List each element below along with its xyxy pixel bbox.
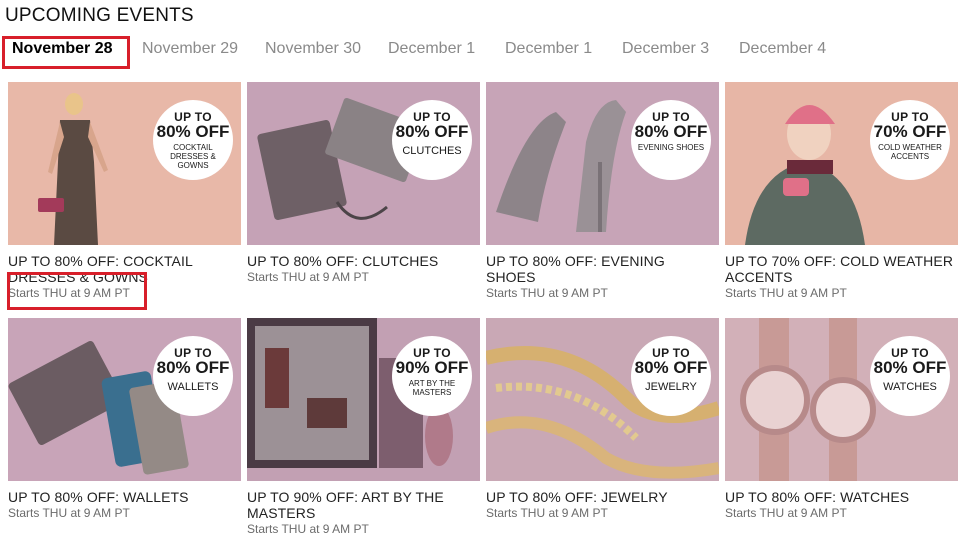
start-time-highlight — [7, 272, 147, 310]
discount-badge: UP TO 80% OFF EVENING SHOES — [631, 100, 711, 180]
event-card-cocktail-dresses[interactable]: UP TO 80% OFF COCKTAIL DRESSES & GOWNS U… — [8, 82, 241, 301]
framed-art-image: UP TO 90% OFF ART BY THE MASTERS — [247, 318, 480, 481]
event-card-art[interactable]: UP TO 90% OFF ART BY THE MASTERS UP TO 9… — [247, 318, 480, 533]
tab-december-3[interactable]: December 3 — [622, 40, 709, 58]
event-title: UP TO 80% OFF: CLUTCHES — [247, 253, 439, 269]
wallet-image: UP TO 80% OFF WALLETS — [8, 318, 241, 481]
event-start-time: Starts THU at 9 AM PT — [725, 286, 847, 300]
active-tab-highlight — [2, 36, 130, 69]
tab-november-29[interactable]: November 29 — [142, 40, 238, 58]
discount-badge: UP TO 80% OFF CLUTCHES — [392, 100, 472, 180]
dress-model-image: UP TO 80% OFF COCKTAIL DRESSES & GOWNS — [8, 82, 241, 245]
discount-badge: UP TO 80% OFF COCKTAIL DRESSES & GOWNS — [153, 100, 233, 180]
event-card-clutches[interactable]: UP TO 80% OFF CLUTCHES UP TO 80% OFF: CL… — [247, 82, 480, 285]
event-title: UP TO 80% OFF: WATCHES — [725, 489, 910, 505]
tab-november-30[interactable]: November 30 — [265, 40, 361, 58]
necklace-image: UP TO 80% OFF JEWELRY — [486, 318, 719, 481]
event-title: UP TO 80% OFF: WALLETS — [8, 489, 189, 505]
discount-badge: UP TO 80% OFF WALLETS — [153, 336, 233, 416]
event-start-time: Starts THU at 9 AM PT — [247, 522, 369, 533]
event-card-watches[interactable]: UP TO 80% OFF WATCHES UP TO 80% OFF: WAT… — [725, 318, 958, 521]
event-card-cold-weather[interactable]: UP TO 70% OFF COLD WEATHER ACCENTS UP TO… — [725, 82, 958, 301]
event-title: UP TO 90% OFF: ART BY THE MASTERS — [247, 489, 444, 521]
discount-badge: UP TO 70% OFF COLD WEATHER ACCENTS — [870, 100, 950, 180]
event-title: UP TO 80% OFF: JEWELRY — [486, 489, 668, 505]
page-title: UPCOMING EVENTS — [5, 5, 194, 26]
event-title: UP TO 70% OFF: COLD WEATHER ACCENTS — [725, 253, 954, 285]
event-start-time: Starts THU at 9 AM PT — [247, 270, 369, 284]
event-start-time: Starts THU at 9 AM PT — [486, 506, 608, 520]
winter-model-image: UP TO 70% OFF COLD WEATHER ACCENTS — [725, 82, 958, 245]
event-title: UP TO 80% OFF: EVENING SHOES — [486, 253, 665, 285]
tab-december-1[interactable]: December 1 — [388, 40, 475, 58]
discount-badge: UP TO 80% OFF WATCHES — [870, 336, 950, 416]
clutch-image: UP TO 80% OFF CLUTCHES — [247, 82, 480, 245]
tab-december-1-second[interactable]: December 1 — [505, 40, 592, 58]
event-card-evening-shoes[interactable]: UP TO 80% OFF EVENING SHOES UP TO 80% OF… — [486, 82, 719, 301]
watches-image: UP TO 80% OFF WATCHES — [725, 318, 958, 481]
event-card-wallets[interactable]: UP TO 80% OFF WALLETS UP TO 80% OFF: WAL… — [8, 318, 241, 521]
discount-badge: UP TO 90% OFF ART BY THE MASTERS — [392, 336, 472, 416]
event-start-time: Starts THU at 9 AM PT — [8, 506, 130, 520]
discount-badge: UP TO 80% OFF JEWELRY — [631, 336, 711, 416]
tab-december-4[interactable]: December 4 — [739, 40, 826, 58]
event-start-time: Starts THU at 9 AM PT — [725, 506, 847, 520]
event-card-jewelry[interactable]: UP TO 80% OFF JEWELRY UP TO 80% OFF: JEW… — [486, 318, 719, 521]
heel-shoe-image: UP TO 80% OFF EVENING SHOES — [486, 82, 719, 245]
date-tabs: November 28 November 29 November 30 Dece… — [0, 36, 970, 69]
event-start-time: Starts THU at 9 AM PT — [486, 286, 608, 300]
